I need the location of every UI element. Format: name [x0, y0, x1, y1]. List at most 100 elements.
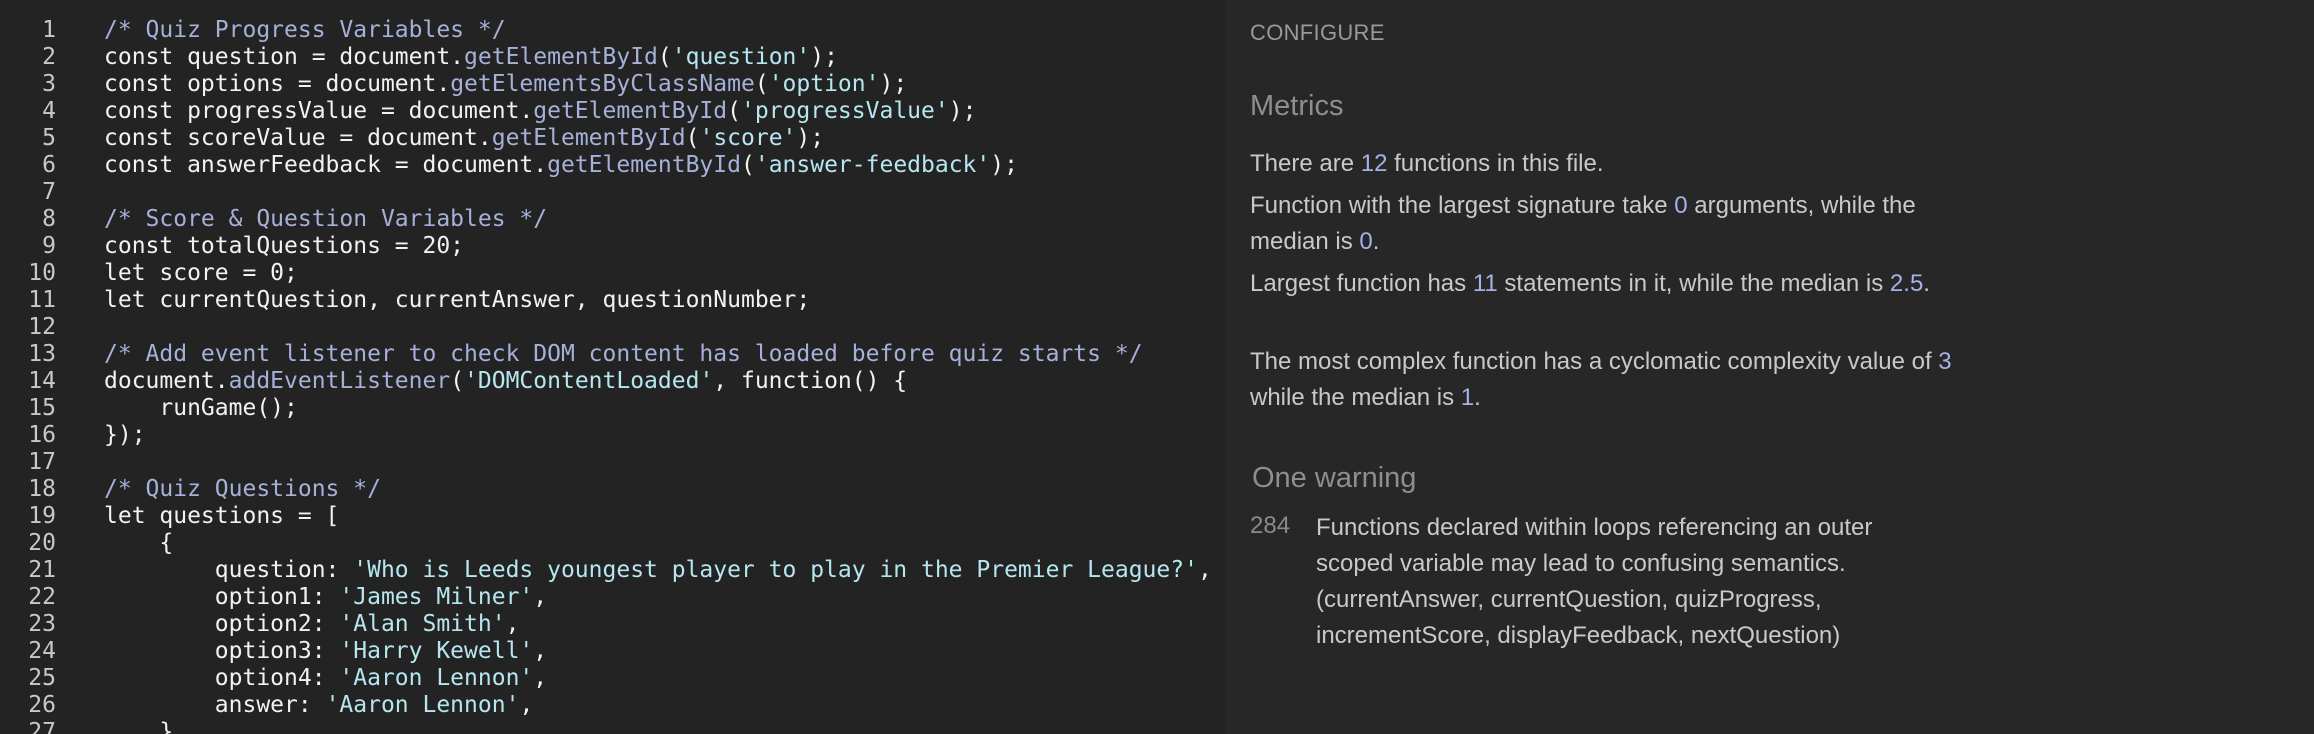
metric-text: functions in this file. [1387, 150, 1604, 177]
code-token: 'DOMContentLoaded' [464, 368, 714, 394]
code-token: ( [657, 44, 672, 70]
metric-text: statements in it, while the median is [1497, 270, 1890, 297]
code-text: /* Add event listener to check DOM conte… [104, 341, 1143, 368]
code-token: , [505, 611, 520, 637]
line-number: 6 [42, 152, 56, 178]
metric-text: The most complex function has a cyclomat… [1250, 348, 1939, 375]
code-text: option4: 'Aaron Lennon', [104, 665, 547, 692]
metric-function-count: There are 12 functions in this file. [1250, 146, 1970, 182]
warnings-heading: One warning [1252, 462, 1417, 494]
code-token: ( [727, 98, 741, 124]
code-token: let currentQuestion, currentAnswer, ques… [104, 287, 811, 313]
metric-complexity: The most complex function has a cyclomat… [1250, 344, 1970, 416]
metric-value: 11 [1472, 270, 1498, 297]
line-number: 20 [28, 530, 56, 556]
metrics-heading: Metrics [1250, 90, 1344, 122]
metric-text: . [1474, 384, 1481, 411]
code-token: ); [990, 152, 1018, 178]
code-token: runGame(); [104, 395, 298, 421]
code-text: runGame(); [104, 395, 298, 422]
code-token: let score = 0; [104, 260, 298, 286]
code-text: const answerFeedback = document.getEleme… [104, 152, 1018, 179]
code-token: 'James Milner' [339, 584, 534, 610]
code-text: const question = document.getElementById… [104, 44, 838, 71]
code-token: option3: [104, 638, 340, 664]
code-token: , function() { [713, 368, 908, 394]
metric-text: . [1372, 228, 1380, 255]
code-text: const progressValue = document.getElemen… [104, 98, 976, 125]
code-token: 'answer-feedback' [754, 152, 991, 178]
code-token: 'option' [768, 71, 880, 97]
line-number: 3 [42, 71, 56, 97]
line-number: 10 [28, 260, 56, 286]
code-token: , [1197, 557, 1212, 583]
metric-value: 1 [1460, 384, 1475, 411]
line-number: 27 [28, 719, 56, 734]
metric-text: while the median is [1250, 384, 1461, 411]
line-number: 25 [28, 665, 56, 691]
code-token: 'Aaron Lennon' [339, 665, 534, 691]
code-token: const answerFeedback = document. [104, 152, 548, 178]
line-number: 14 [28, 368, 56, 394]
configure-link[interactable]: CONFIGURE [1250, 20, 1385, 46]
code-token: }, [104, 719, 188, 734]
code-text: /* Score & Question Variables */ [104, 206, 547, 233]
code-token: /* Score & Question Variables */ [104, 206, 548, 232]
code-token: /* Quiz Questions */ [104, 476, 381, 502]
code-token: 'progressValue' [741, 98, 949, 124]
code-token: ); [879, 71, 908, 97]
code-editor[interactable]: 1 /* Quiz Progress Variables */ 2 const que… [0, 0, 1225, 734]
code-token: document. [104, 368, 229, 394]
code-token: const totalQuestions = 20; [104, 233, 465, 259]
code-token: ); [810, 44, 838, 70]
code-token: getElementById [547, 152, 741, 178]
line-number: 4 [42, 98, 56, 124]
code-text: const scoreValue = document.getElementBy… [104, 125, 824, 152]
code-token: ( [685, 125, 700, 151]
code-token: ); [796, 125, 825, 151]
metric-statements: Largest function has 11 statements in it… [1250, 266, 1970, 302]
metric-signature: Function with the largest signature take… [1250, 188, 1970, 260]
code-token: question: [104, 557, 354, 583]
line-number: 19 [28, 503, 56, 529]
line-number: 23 [28, 611, 56, 637]
metric-value: 2.5 [1889, 270, 1924, 297]
metric-value: 12 [1360, 150, 1388, 177]
line-number: 18 [28, 476, 56, 502]
code-text: option1: 'James Milner', [104, 584, 547, 611]
line-number: 11 [28, 287, 56, 313]
code-token: const options = document. [104, 71, 451, 97]
line-number: 1 [42, 17, 56, 43]
code-token: , [533, 584, 548, 610]
line-number: 7 [42, 179, 56, 205]
code-token: const progressValue = document. [104, 98, 534, 124]
line-number: 17 [28, 449, 56, 475]
metric-value: 0 [1674, 192, 1688, 219]
report-panel: CONFIGURE Metrics There are 12 functions… [1225, 0, 2314, 734]
code-text: const options = document.getElementsByCl… [104, 71, 907, 98]
metric-value: 3 [1938, 348, 1952, 375]
line-number: 24 [28, 638, 56, 664]
code-token: addEventListener [228, 368, 451, 394]
code-token: answer: [104, 692, 326, 718]
code-text: question: 'Who is Leeds youngest player … [104, 557, 1212, 584]
metric-text: Function with the largest signature take [1250, 192, 1675, 219]
line-number: 16 [28, 422, 56, 448]
code-token: option2: [104, 611, 340, 637]
code-text: let questions = [ [104, 503, 339, 530]
code-token: ); [948, 98, 977, 124]
code-text: /* Quiz Progress Variables */ [104, 17, 506, 44]
code-token: getElementById [464, 44, 658, 70]
code-text: const totalQuestions = 20; [104, 233, 464, 260]
metric-text: Largest function has [1250, 270, 1473, 297]
line-number: 12 [28, 314, 56, 340]
code-token: }); [104, 422, 146, 448]
code-token: 'Aaron Lennon' [325, 692, 520, 718]
code-token: , [533, 665, 548, 691]
code-text: option2: 'Alan Smith', [104, 611, 520, 638]
code-token: ( [754, 71, 769, 97]
warning-line-number[interactable]: 284 [1250, 512, 1290, 540]
code-token: 'Alan Smith' [339, 611, 506, 637]
code-token: 'question' [671, 44, 811, 70]
code-text: { [104, 530, 173, 557]
